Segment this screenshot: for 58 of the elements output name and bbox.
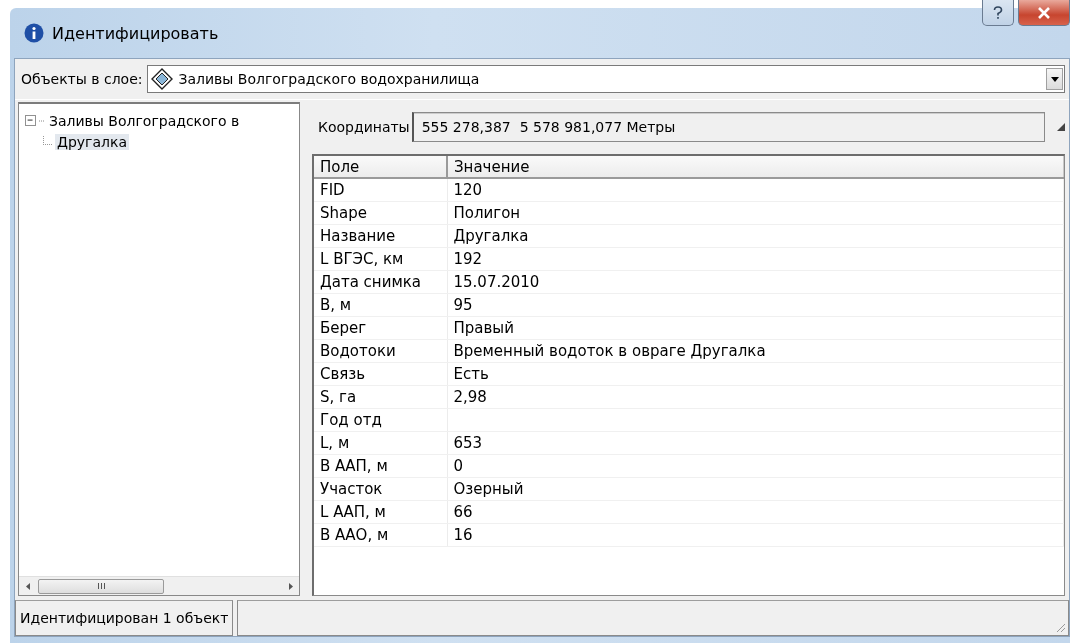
window-title: Идентифицировать xyxy=(52,23,219,43)
info-icon xyxy=(24,23,44,43)
table-cell: Shape xyxy=(314,201,447,225)
table-cell: 15.07.2010 xyxy=(447,270,1064,294)
coordinates-label: Координаты xyxy=(318,119,410,135)
dropdown-arrow-icon xyxy=(1050,76,1059,82)
status-text: Идентифицирован 1 объект xyxy=(15,600,234,636)
table-cell: Дата снимка xyxy=(314,270,447,294)
table-cell: Есть xyxy=(447,362,1064,386)
close-button[interactable] xyxy=(1018,0,1070,26)
tree-line-icon xyxy=(43,135,53,148)
help-button[interactable] xyxy=(982,0,1014,26)
table-cell: B, м xyxy=(314,293,447,317)
table-cell: Правый xyxy=(447,316,1064,340)
table-cell: L ВГЭС, км xyxy=(314,247,447,271)
pin-icon[interactable] xyxy=(1057,123,1065,131)
table-cell: Водотоки xyxy=(314,339,447,363)
collapse-icon[interactable] xyxy=(25,115,36,126)
layer-symbol-icon xyxy=(150,68,173,90)
layer-dropdown[interactable]: Заливы Волгоградского водохранилища xyxy=(146,65,1065,93)
horizontal-scrollbar[interactable] xyxy=(19,576,299,595)
table-cell: Связь xyxy=(314,362,447,386)
table-cell: Год отд xyxy=(314,408,447,432)
layer-label: Объекты в слое: xyxy=(21,71,143,87)
table-cell: 192 xyxy=(447,247,1064,271)
table-cell: L, м xyxy=(314,431,447,455)
table-cell: L ААП, м xyxy=(314,500,447,524)
scroll-left-icon[interactable] xyxy=(25,582,30,590)
table-cell: Полигон xyxy=(447,201,1064,225)
table-cell: 16 xyxy=(447,523,1064,547)
table-cell: 66 xyxy=(447,500,1064,524)
table-cell: 120 xyxy=(447,178,1064,202)
resize-grip-icon[interactable] xyxy=(1054,621,1066,633)
table-cell: Другалка xyxy=(447,224,1064,248)
table-cell: Берег xyxy=(314,316,447,340)
table-cell: Временный водоток в овраге Другалка xyxy=(447,339,1064,363)
question-mark-icon xyxy=(992,5,1004,20)
table-cell: 0 xyxy=(447,454,1064,478)
table-cell: S, га xyxy=(314,385,447,409)
table-cell: 95 xyxy=(447,293,1064,317)
table-cell: B ААП, м xyxy=(314,454,447,478)
table-cell: 2,98 xyxy=(447,385,1064,409)
grip-icon xyxy=(97,583,105,589)
table-cell: Название xyxy=(314,224,447,248)
close-icon xyxy=(1037,6,1051,19)
table-cell: Участок xyxy=(314,477,447,501)
tree-line-icon xyxy=(39,119,45,122)
table-cell: FID xyxy=(314,178,447,202)
tree-item[interactable]: Другалка xyxy=(55,133,130,150)
scroll-right-icon[interactable] xyxy=(288,582,293,590)
column-header[interactable]: Значение xyxy=(447,156,1064,178)
table-cell: Озерный xyxy=(447,477,1064,501)
tree-item[interactable]: Заливы Волгоградского в xyxy=(47,112,242,129)
column-header[interactable]: Поле xyxy=(314,156,447,178)
table-cell: 653 xyxy=(447,431,1064,455)
coordinates-field: 555 278,387 5 578 981,077 Метры xyxy=(411,112,1045,142)
table-cell: B ААО, м xyxy=(314,523,447,547)
scroll-thumb[interactable] xyxy=(38,578,164,594)
